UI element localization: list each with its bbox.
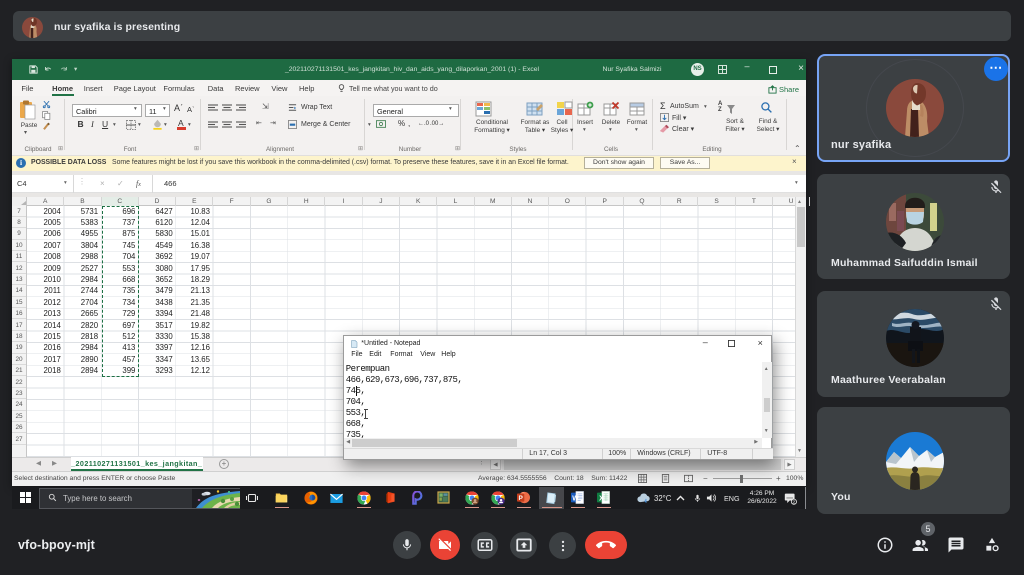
svg-text:W: W [572, 495, 579, 502]
svg-text:X: X [599, 495, 604, 502]
svg-text:2: 2 [793, 500, 796, 505]
svg-text:P: P [519, 495, 524, 502]
